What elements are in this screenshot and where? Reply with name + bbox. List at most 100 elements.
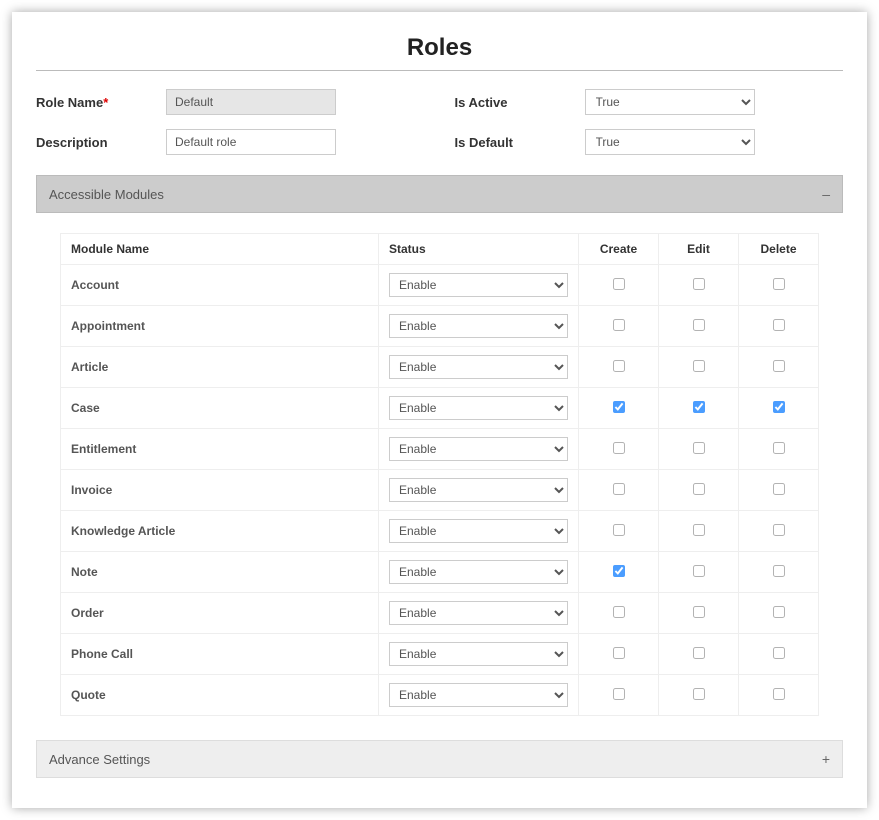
create-checkbox[interactable] — [613, 278, 625, 290]
table-header-row: Module Name Status Create Edit Delete — [61, 234, 819, 265]
edit-checkbox[interactable] — [693, 647, 705, 659]
edit-cell — [659, 388, 739, 429]
status-cell: Enable — [379, 511, 579, 552]
delete-checkbox[interactable] — [773, 360, 785, 372]
create-checkbox[interactable] — [613, 401, 625, 413]
status-cell: Enable — [379, 593, 579, 634]
edit-checkbox[interactable] — [693, 606, 705, 618]
status-cell: Enable — [379, 347, 579, 388]
status-select[interactable]: Enable — [389, 355, 568, 379]
create-cell — [579, 470, 659, 511]
edit-checkbox[interactable] — [693, 483, 705, 495]
is-active-label: Is Active — [455, 95, 575, 110]
delete-checkbox[interactable] — [773, 524, 785, 536]
table-row: Case Enable — [61, 388, 819, 429]
divider — [36, 70, 843, 71]
edit-cell — [659, 593, 739, 634]
accessible-modules-header[interactable]: Accessible Modules – — [36, 175, 843, 213]
create-cell — [579, 675, 659, 716]
status-select[interactable]: Enable — [389, 314, 568, 338]
role-name-label: Role Name* — [36, 95, 156, 110]
edit-checkbox[interactable] — [693, 401, 705, 413]
table-row: QuoteEnable — [61, 675, 819, 716]
table-row: AppointmentEnable — [61, 306, 819, 347]
status-select[interactable]: Enable — [389, 642, 568, 666]
status-select[interactable]: Enable — [389, 396, 568, 420]
create-checkbox[interactable] — [613, 442, 625, 454]
status-select[interactable]: Enable — [389, 683, 568, 707]
status-cell: Enable — [379, 470, 579, 511]
edit-checkbox[interactable] — [693, 524, 705, 536]
delete-checkbox[interactable] — [773, 483, 785, 495]
create-cell — [579, 593, 659, 634]
create-cell — [579, 347, 659, 388]
description-input[interactable] — [166, 129, 336, 155]
table-row: Invoice Enable — [61, 470, 819, 511]
delete-cell — [739, 306, 819, 347]
create-checkbox[interactable] — [613, 688, 625, 700]
edit-checkbox[interactable] — [693, 688, 705, 700]
modules-table: Module Name Status Create Edit Delete Ac… — [60, 233, 819, 716]
delete-cell — [739, 347, 819, 388]
create-checkbox[interactable] — [613, 319, 625, 331]
edit-checkbox[interactable] — [693, 319, 705, 331]
delete-cell — [739, 675, 819, 716]
advance-settings-title: Advance Settings — [49, 752, 150, 767]
delete-checkbox[interactable] — [773, 319, 785, 331]
form-top: Role Name* Description Is Active True Is… — [36, 89, 843, 169]
edit-checkbox[interactable] — [693, 278, 705, 290]
module-name-cell: Case — [61, 388, 379, 429]
delete-checkbox[interactable] — [773, 565, 785, 577]
edit-checkbox[interactable] — [693, 565, 705, 577]
status-cell: Enable — [379, 675, 579, 716]
edit-cell — [659, 470, 739, 511]
module-name-cell: Knowledge Article — [61, 511, 379, 552]
status-cell: Enable — [379, 429, 579, 470]
edit-cell — [659, 306, 739, 347]
status-cell: Enable — [379, 552, 579, 593]
create-checkbox[interactable] — [613, 565, 625, 577]
create-checkbox[interactable] — [613, 483, 625, 495]
edit-cell — [659, 511, 739, 552]
table-row: Phone CallEnable — [61, 634, 819, 675]
status-select[interactable]: Enable — [389, 601, 568, 625]
delete-cell — [739, 552, 819, 593]
status-select[interactable]: Enable — [389, 519, 568, 543]
is-default-select[interactable]: True — [585, 129, 755, 155]
advance-settings-header[interactable]: Advance Settings + — [36, 740, 843, 778]
create-checkbox[interactable] — [613, 524, 625, 536]
delete-checkbox[interactable] — [773, 278, 785, 290]
status-select[interactable]: Enable — [389, 560, 568, 584]
col-delete: Delete — [739, 234, 819, 265]
edit-cell — [659, 429, 739, 470]
table-row: Knowledge Article Enable — [61, 511, 819, 552]
create-checkbox[interactable] — [613, 606, 625, 618]
edit-checkbox[interactable] — [693, 360, 705, 372]
module-name-cell: Invoice — [61, 470, 379, 511]
col-status: Status — [379, 234, 579, 265]
delete-checkbox[interactable] — [773, 688, 785, 700]
delete-cell — [739, 429, 819, 470]
create-cell — [579, 429, 659, 470]
delete-checkbox[interactable] — [773, 401, 785, 413]
status-select[interactable]: Enable — [389, 478, 568, 502]
status-select[interactable]: Enable — [389, 273, 568, 297]
delete-cell — [739, 511, 819, 552]
col-edit: Edit — [659, 234, 739, 265]
table-row: EntitlementEnable — [61, 429, 819, 470]
is-active-select[interactable]: True — [585, 89, 755, 115]
edit-checkbox[interactable] — [693, 442, 705, 454]
col-create: Create — [579, 234, 659, 265]
create-checkbox[interactable] — [613, 360, 625, 372]
table-row: AccountEnable — [61, 265, 819, 306]
create-cell — [579, 265, 659, 306]
edit-cell — [659, 634, 739, 675]
role-name-input[interactable] — [166, 89, 336, 115]
create-checkbox[interactable] — [613, 647, 625, 659]
status-select[interactable]: Enable — [389, 437, 568, 461]
status-cell: Enable — [379, 634, 579, 675]
delete-checkbox[interactable] — [773, 442, 785, 454]
modules-table-wrap: Module Name Status Create Edit Delete Ac… — [36, 213, 843, 734]
delete-checkbox[interactable] — [773, 647, 785, 659]
delete-checkbox[interactable] — [773, 606, 785, 618]
